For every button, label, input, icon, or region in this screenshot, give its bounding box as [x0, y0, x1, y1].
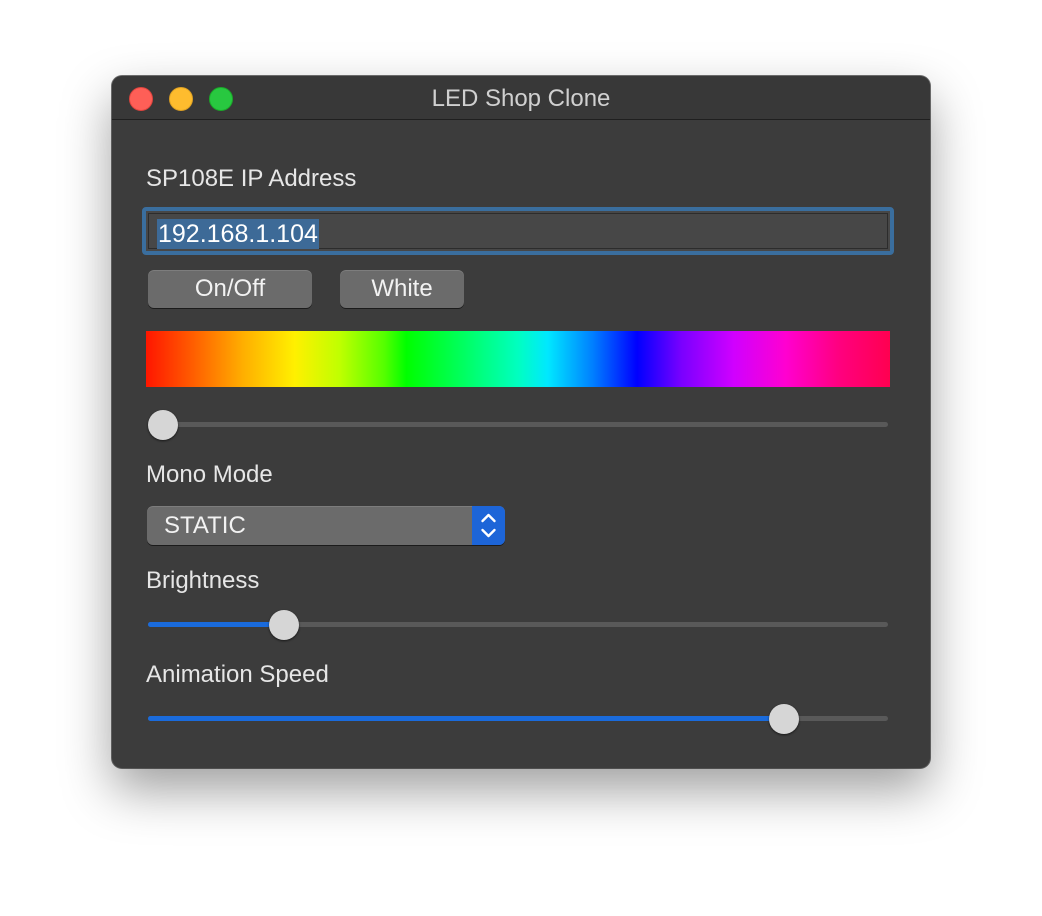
- ip-address-field-inner[interactable]: 192.168.1.104: [148, 213, 888, 249]
- brightness-slider-fill: [148, 622, 284, 627]
- title-bar[interactable]: LED Shop Clone: [112, 76, 930, 120]
- ip-address-field[interactable]: 192.168.1.104: [142, 207, 894, 255]
- chevron-up-down-icon[interactable]: [472, 506, 505, 545]
- brightness-slider[interactable]: [148, 610, 888, 640]
- mono-mode-label: Mono Mode: [146, 461, 273, 488]
- mono-mode-selected-value: STATIC: [164, 512, 246, 539]
- ip-address-label: SP108E IP Address: [146, 165, 357, 192]
- animation-speed-slider-fill: [148, 716, 785, 721]
- hue-slider-thumb[interactable]: [148, 410, 178, 440]
- hue-slider-track[interactable]: [148, 422, 888, 427]
- animation-speed-label: Animation Speed: [146, 661, 329, 688]
- brightness-label: Brightness: [146, 567, 260, 594]
- app-window: LED Shop Clone SP108E IP Address 192.168…: [112, 76, 930, 768]
- color-spectrum: [146, 331, 890, 387]
- on-off-button[interactable]: On/Off: [148, 270, 312, 308]
- window-title: LED Shop Clone: [431, 85, 611, 112]
- ip-address-value[interactable]: 192.168.1.104: [157, 219, 319, 249]
- screen: LED Shop Clone SP108E IP Address 192.168…: [0, 0, 1042, 916]
- animation-speed-slider-thumb[interactable]: [769, 704, 800, 734]
- mono-mode-select[interactable]: STATIC: [147, 506, 505, 545]
- animation-speed-slider[interactable]: [148, 704, 888, 734]
- white-button[interactable]: White: [340, 270, 464, 308]
- brightness-slider-thumb[interactable]: [268, 610, 299, 640]
- hue-slider[interactable]: [148, 410, 888, 440]
